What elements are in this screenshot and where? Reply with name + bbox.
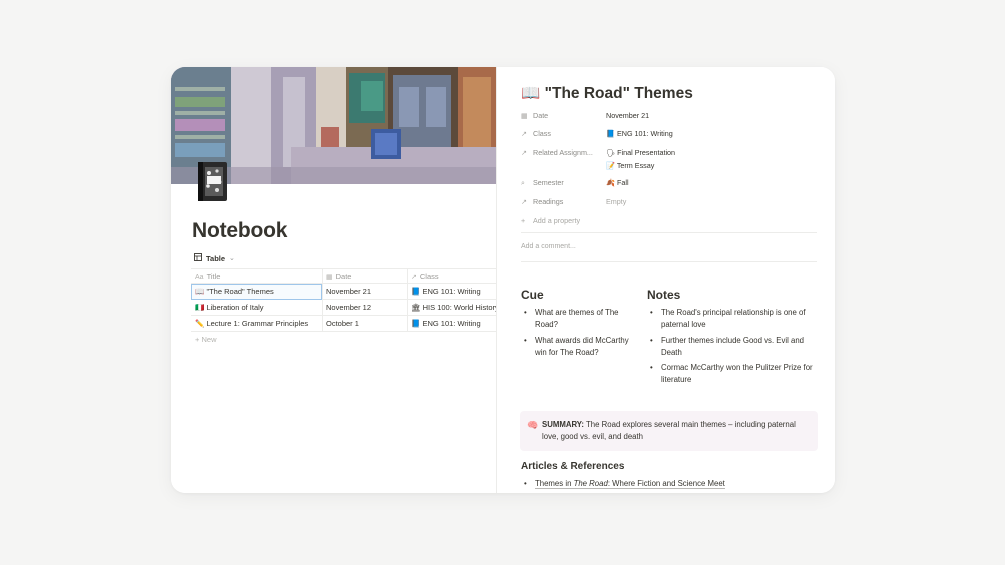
articles-list: Themes in The Road: Where Fiction and Sc… [521,478,811,493]
cue-list: What are themes of The Road? What awards… [521,307,631,362]
list-item: What awards did McCarthy win for The Roa… [521,335,631,359]
property-value[interactable]: 🗣 Final Presentation [606,147,675,159]
notes-heading: Notes [647,288,681,302]
page-heading: 📖 "The Road" Themes [521,85,693,102]
plus-icon: + [521,216,526,225]
add-property-button[interactable]: + Add a property [521,215,821,227]
row-class-cell[interactable]: 📘 ENG 101: Writing [411,316,501,332]
list-item: Cormac McCarthy won the Pulitzer Prize f… [647,362,822,386]
table-row[interactable]: 📖 "The Road" Themes November 21 📘 ENG 10… [191,284,496,300]
row-class-cell[interactable]: 🏛 HIS 100: World History [411,300,501,316]
property-related-assignments-2[interactable]: 📝 Term Essay [521,160,821,172]
list-item: Themes in The Road: Where Fiction and Sc… [521,478,811,490]
divider [521,261,817,262]
brain-icon: 🧠 [527,420,539,430]
property-value[interactable]: 📘 ENG 101: Writing [606,128,673,140]
relation-arrow-icon: ↗ [521,197,528,206]
chevron-down-icon: ⌄ [229,255,235,262]
property-value[interactable]: 🍂 Fall [606,177,629,189]
property-date[interactable]: ▦ Date November 21 [521,110,821,122]
articles-heading: Articles & References [521,461,625,472]
row-title-cell[interactable]: 📖 "The Road" Themes [191,284,322,300]
table-header: Aa Title ▦ Date ↗ Class [191,268,496,285]
calendar-icon: ▦ [326,274,333,281]
property-class[interactable]: ↗ Class 📘 ENG 101: Writing [521,128,821,140]
notes-list: The Road's principal relationship is one… [647,307,822,390]
notebook-pane: Notebook Table ⌄ Aa Title ▦ Date ↗ Class 📖 … [171,67,499,493]
column-header-title[interactable]: Aa Title [195,269,322,285]
text-icon: Aa [195,274,204,281]
property-related-assignments[interactable]: ↗ Related Assignm... 🗣 Final Presentation [521,147,821,159]
relation-arrow-icon: ↗ [521,129,528,138]
relation-arrow-icon: ↗ [411,274,417,281]
list-item: Further themes include Good vs. Evil and… [647,335,822,359]
relation-arrow-icon: ↗ [521,148,528,157]
property-value[interactable]: November 21 [606,110,649,122]
search-icon: ⌕ [521,178,526,187]
view-tab-table[interactable]: Table ⌄ [194,253,235,263]
column-header-class[interactable]: ↗ Class [411,269,501,285]
view-tab-label: Table [206,253,226,263]
table-row[interactable]: ✏️ Lecture 1: Grammar Principles October… [191,316,496,332]
table-icon [194,253,202,263]
row-class-cell[interactable]: 📘 ENG 101: Writing [411,284,501,300]
row-title-cell[interactable]: 🇮🇹 Liberation of Italy [195,300,322,316]
app-window: Notebook Table ⌄ Aa Title ▦ Date ↗ Class 📖 … [171,67,835,493]
row-date-cell[interactable]: November 12 [326,300,408,316]
list-item: What are themes of The Road? [521,307,631,331]
divider [521,232,817,233]
property-value[interactable]: Empty [606,196,626,208]
plus-icon: + [195,335,200,344]
article-link[interactable]: Themes in The Road: Where Fiction and Sc… [535,479,725,489]
property-value[interactable]: 📝 Term Essay [606,160,654,172]
list-item: The Road's principal relationship is one… [647,307,822,331]
row-title-cell[interactable]: ✏️ Lecture 1: Grammar Principles [195,316,322,332]
cue-heading: Cue [521,288,544,302]
property-readings[interactable]: ↗ Readings Empty [521,196,821,208]
row-date-cell[interactable]: October 1 [326,316,408,332]
page-title: Notebook [192,219,288,242]
page-peek-pane: 📖 "The Road" Themes ▦ Date November 21 ↗ C… [496,67,835,493]
summary-label: SUMMARY: [542,420,585,429]
notebook-icon [195,159,229,203]
comment-input[interactable]: Add a comment... [521,243,576,250]
property-semester[interactable]: ⌕ Semester 🍂 Fall [521,177,821,189]
row-date-cell[interactable]: November 21 [326,284,408,300]
summary-callout: 🧠 SUMMARY: The Road explores several mai… [520,411,818,451]
book-icon: 📖 [521,85,541,102]
calendar-icon: ▦ [521,111,528,120]
new-row-button[interactable]: + New [191,332,496,348]
table-row[interactable]: 🇮🇹 Liberation of Italy November 12 🏛 HIS… [191,300,499,316]
column-header-date[interactable]: ▦ Date [326,269,408,285]
notebook-table: Aa Title ▦ Date ↗ Class 📖 "The Road" Themes… [191,268,499,348]
